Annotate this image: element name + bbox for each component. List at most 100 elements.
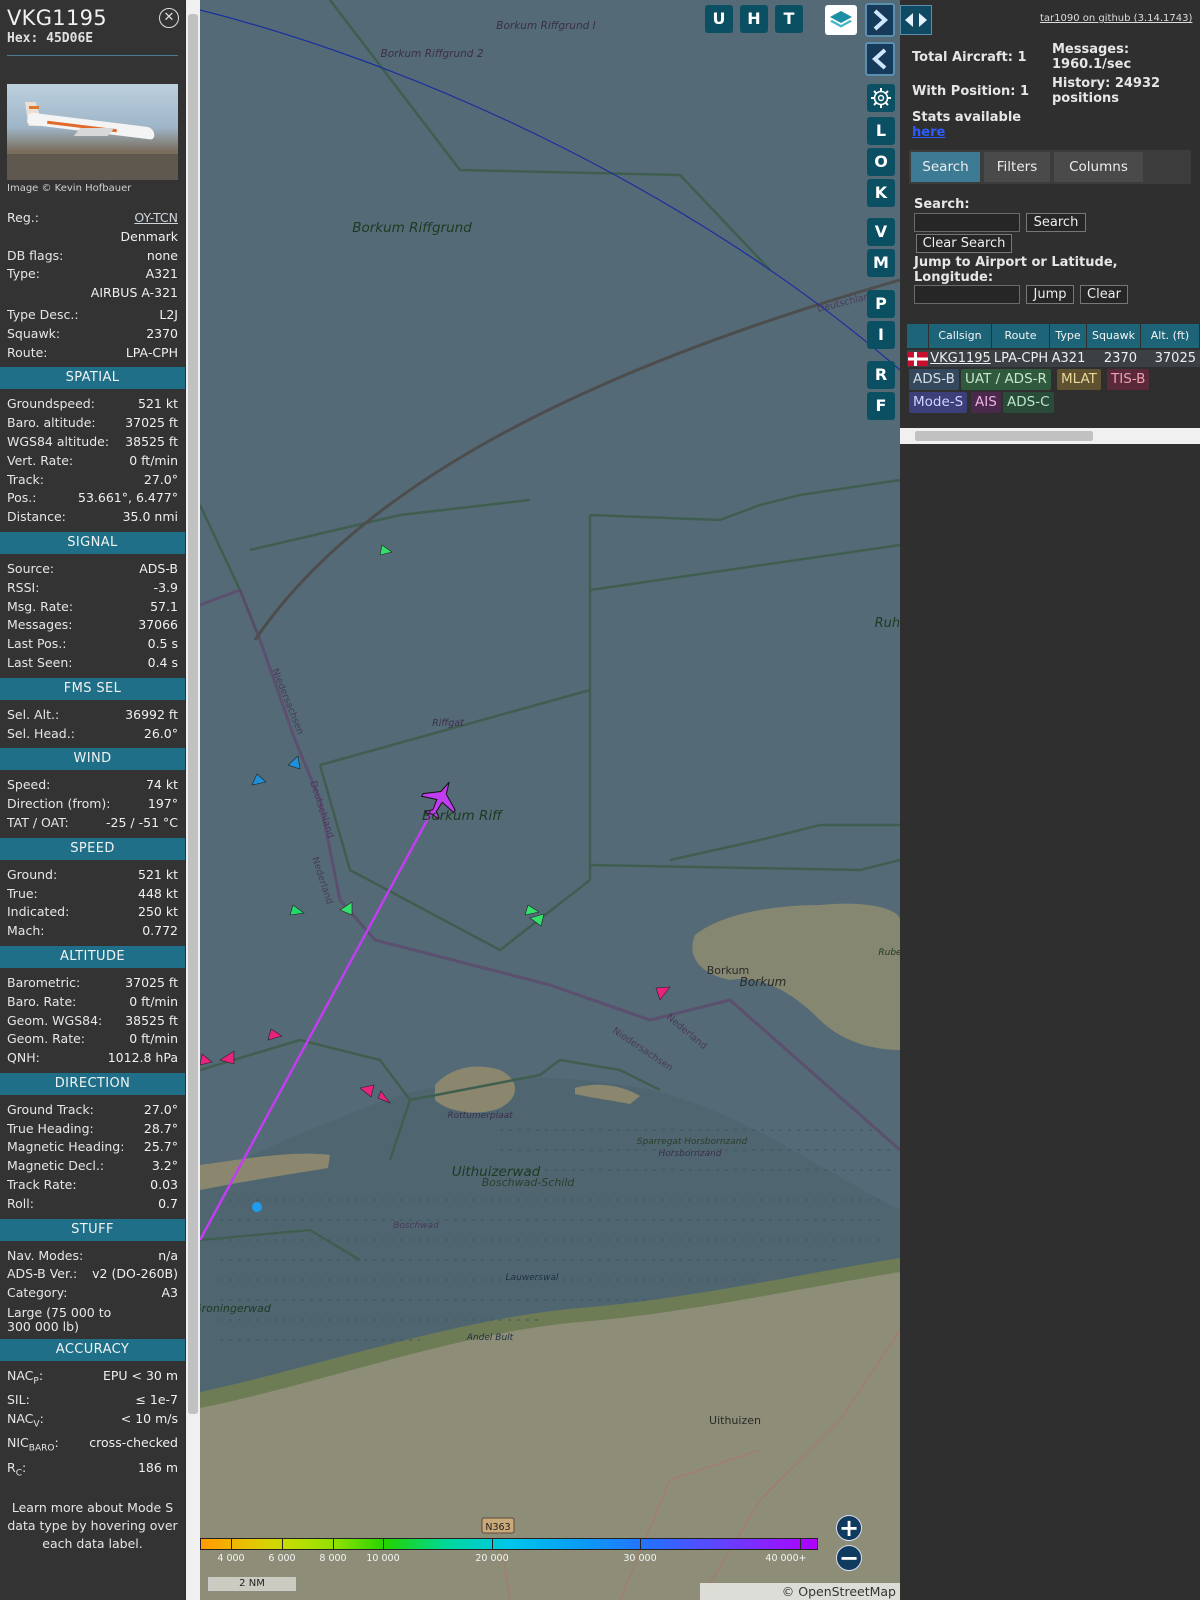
signal-messages-3-label[interactable]: Messages: (7, 616, 73, 635)
close-icon[interactable]: ✕ (159, 8, 179, 28)
speed-ground-0-label[interactable]: Ground: (7, 866, 57, 885)
source-tis-b-badge[interactable]: TIS-B (1107, 369, 1150, 390)
detail-route-7-label[interactable]: Route: (7, 344, 48, 363)
detail-type-desc-5-label[interactable]: Type Desc.: (7, 306, 79, 325)
signal-msg-rate-2-label[interactable]: Msg. Rate: (7, 598, 73, 617)
toggle-k-button[interactable]: K (867, 179, 895, 207)
fms-sel-sel-alt-0-label[interactable]: Sel. Alt.: (7, 706, 59, 725)
altitude-qnh-4-label[interactable]: QNH: (7, 1049, 40, 1068)
toggle-u-button[interactable]: U (705, 5, 733, 33)
layers-button[interactable] (825, 5, 857, 35)
source-uat-ads-r-badge[interactable]: UAT / ADS-R (961, 369, 1051, 390)
github-link[interactable]: tar1090 on github (3.14.1743) (1040, 13, 1192, 24)
altitude-geom-wgs84-2-label[interactable]: Geom. WGS84: (7, 1012, 102, 1031)
col-type[interactable]: Type (1050, 324, 1087, 348)
detail-type-3-label[interactable]: Type: (7, 265, 40, 284)
toggle-o-button[interactable]: O (867, 148, 895, 176)
direction-roll-5-label[interactable]: Roll: (7, 1195, 34, 1214)
speed-mach-3-label[interactable]: Mach: (7, 922, 44, 941)
spatial-vert-rate-3-label[interactable]: Vert. Rate: (7, 452, 73, 471)
spatial-groundspeed-0-label[interactable]: Groundspeed: (7, 395, 95, 414)
col-callsign[interactable]: Callsign (929, 324, 992, 348)
accuracy-rc-4-label[interactable]: RC: (7, 1459, 26, 1483)
source-mode-s-badge[interactable]: Mode-S (909, 392, 968, 413)
toggle-v-button[interactable]: V (867, 218, 895, 246)
jump-input[interactable] (914, 285, 1020, 304)
toggle-sidebar-button[interactable] (900, 5, 932, 35)
expand-right-button[interactable] (865, 3, 895, 37)
source-ais-badge[interactable]: AIS (971, 392, 1001, 413)
osm-attribution[interactable]: © OpenStreetMap contributors. (782, 1584, 896, 1600)
clear-search-button[interactable]: Clear Search (916, 234, 1012, 253)
toggle-p-button[interactable]: P (867, 290, 895, 318)
detail-squawk-6-label[interactable]: Squawk: (7, 325, 60, 344)
altitude-barometric-0-label[interactable]: Barometric: (7, 974, 80, 993)
col-squawk[interactable]: Squawk (1087, 324, 1141, 348)
fms-sel-sel-head-1-label[interactable]: Sel. Head.: (7, 725, 75, 744)
signal-last-pos-4-label[interactable]: Last Pos.: (7, 635, 66, 654)
table-scroll-thumb[interactable] (915, 431, 1093, 441)
stuff-nav-modes-0-label[interactable]: Nav. Modes: (7, 1247, 83, 1266)
col-flag[interactable] (907, 324, 929, 348)
stuff-ads-b-ver-1-label[interactable]: ADS-B Ver.: (7, 1265, 77, 1284)
search-button[interactable]: Search (1026, 213, 1086, 232)
tab-filters[interactable]: Filters (984, 152, 1050, 182)
col-altitude[interactable]: Alt. (ft) (1141, 324, 1200, 348)
signal-last-seen-5-label[interactable]: Last Seen: (7, 654, 72, 673)
source-mlat-badge[interactable]: MLAT (1057, 369, 1101, 390)
source-ads-b-badge[interactable]: ADS-B (909, 369, 959, 390)
zoom-out-button[interactable]: − (836, 1545, 862, 1571)
toggle-l-button[interactable]: L (867, 117, 895, 145)
speed-indicated-2-label[interactable]: Indicated: (7, 903, 69, 922)
detail-db-flags-2-label[interactable]: DB flags: (7, 247, 63, 266)
aircraft-photo[interactable] (7, 84, 178, 180)
stuff-category-2-label[interactable]: Category: (7, 1284, 67, 1303)
spatial-baro-altitude-1-label[interactable]: Baro. altitude: (7, 414, 96, 433)
direction-magnetic-heading-2-label[interactable]: Magnetic Heading: (7, 1138, 124, 1157)
spatial-track-4-label[interactable]: Track: (7, 471, 44, 490)
direction-magnetic-decl-3-label[interactable]: Magnetic Decl.: (7, 1157, 104, 1176)
col-route[interactable]: Route (992, 324, 1050, 348)
wind-direction-from-1-label[interactable]: Direction (from): (7, 795, 111, 814)
table-horizontal-scrollbar[interactable] (900, 428, 1200, 444)
wind-tat-oat-2-label[interactable]: TAT / OAT: (7, 814, 69, 833)
tab-search[interactable]: Search (911, 152, 980, 182)
signal-source-0-label[interactable]: Source: (7, 560, 54, 579)
info-scrollbar[interactable] (186, 0, 200, 1600)
altitude-geom-rate-3-label[interactable]: Geom. Rate: (7, 1030, 85, 1049)
jump-button[interactable]: Jump (1026, 285, 1074, 304)
toggle-r-button[interactable]: R (867, 361, 895, 389)
wind-speed-0-label[interactable]: Speed: (7, 776, 50, 795)
tab-columns[interactable]: Columns (1054, 152, 1143, 182)
info-scrollbar-thumb[interactable] (188, 14, 198, 1414)
collapse-left-button[interactable] (865, 42, 895, 76)
row-callsign[interactable]: VKG1195 (929, 350, 992, 367)
toggle-t-button[interactable]: T (775, 5, 803, 33)
stats-link[interactable]: here (912, 125, 945, 140)
detail-reg-0-value[interactable]: OY-TCN (134, 209, 178, 228)
accuracy-nacv-2-label[interactable]: NACV: (7, 1410, 44, 1434)
clear-button[interactable]: Clear (1080, 285, 1128, 304)
altitude-baro-rate-1-label[interactable]: Baro. Rate: (7, 993, 76, 1012)
settings-button[interactable] (867, 84, 895, 112)
spatial-distance-6-label[interactable]: Distance: (7, 508, 66, 527)
direction-track-rate-4-label[interactable]: Track Rate: (7, 1176, 77, 1195)
toggle-i-button[interactable]: I (867, 321, 895, 349)
spatial-wgs84-altitude-2-label[interactable]: WGS84 altitude: (7, 433, 109, 452)
speed-true-1-label[interactable]: True: (7, 885, 38, 904)
toggle-h-button[interactable]: H (740, 5, 768, 33)
detail-reg-0-label[interactable]: Reg.: (7, 209, 39, 228)
spatial-pos-5-label[interactable]: Pos.: (7, 489, 36, 508)
accuracy-sil-1-label[interactable]: SIL: (7, 1391, 30, 1410)
accuracy-nicbaro-3-label[interactable]: NICBARO: (7, 1434, 59, 1458)
search-input[interactable] (914, 213, 1020, 232)
toggle-m-button[interactable]: M (867, 249, 895, 277)
direction-ground-track-0-label[interactable]: Ground Track: (7, 1101, 94, 1120)
accuracy-nacp-0-label[interactable]: NACP: (7, 1367, 43, 1391)
zoom-in-button[interactable]: + (836, 1515, 862, 1541)
direction-true-heading-1-label[interactable]: True Heading: (7, 1120, 94, 1139)
source-ads-c-badge[interactable]: ADS-C (1003, 392, 1054, 413)
toggle-f-button[interactable]: F (867, 392, 895, 420)
map-view[interactable]: Borkum Riffgrund 2 Borkum Riffgrund I Ri… (200, 0, 900, 1600)
signal-rssi-1-label[interactable]: RSSI: (7, 579, 39, 598)
